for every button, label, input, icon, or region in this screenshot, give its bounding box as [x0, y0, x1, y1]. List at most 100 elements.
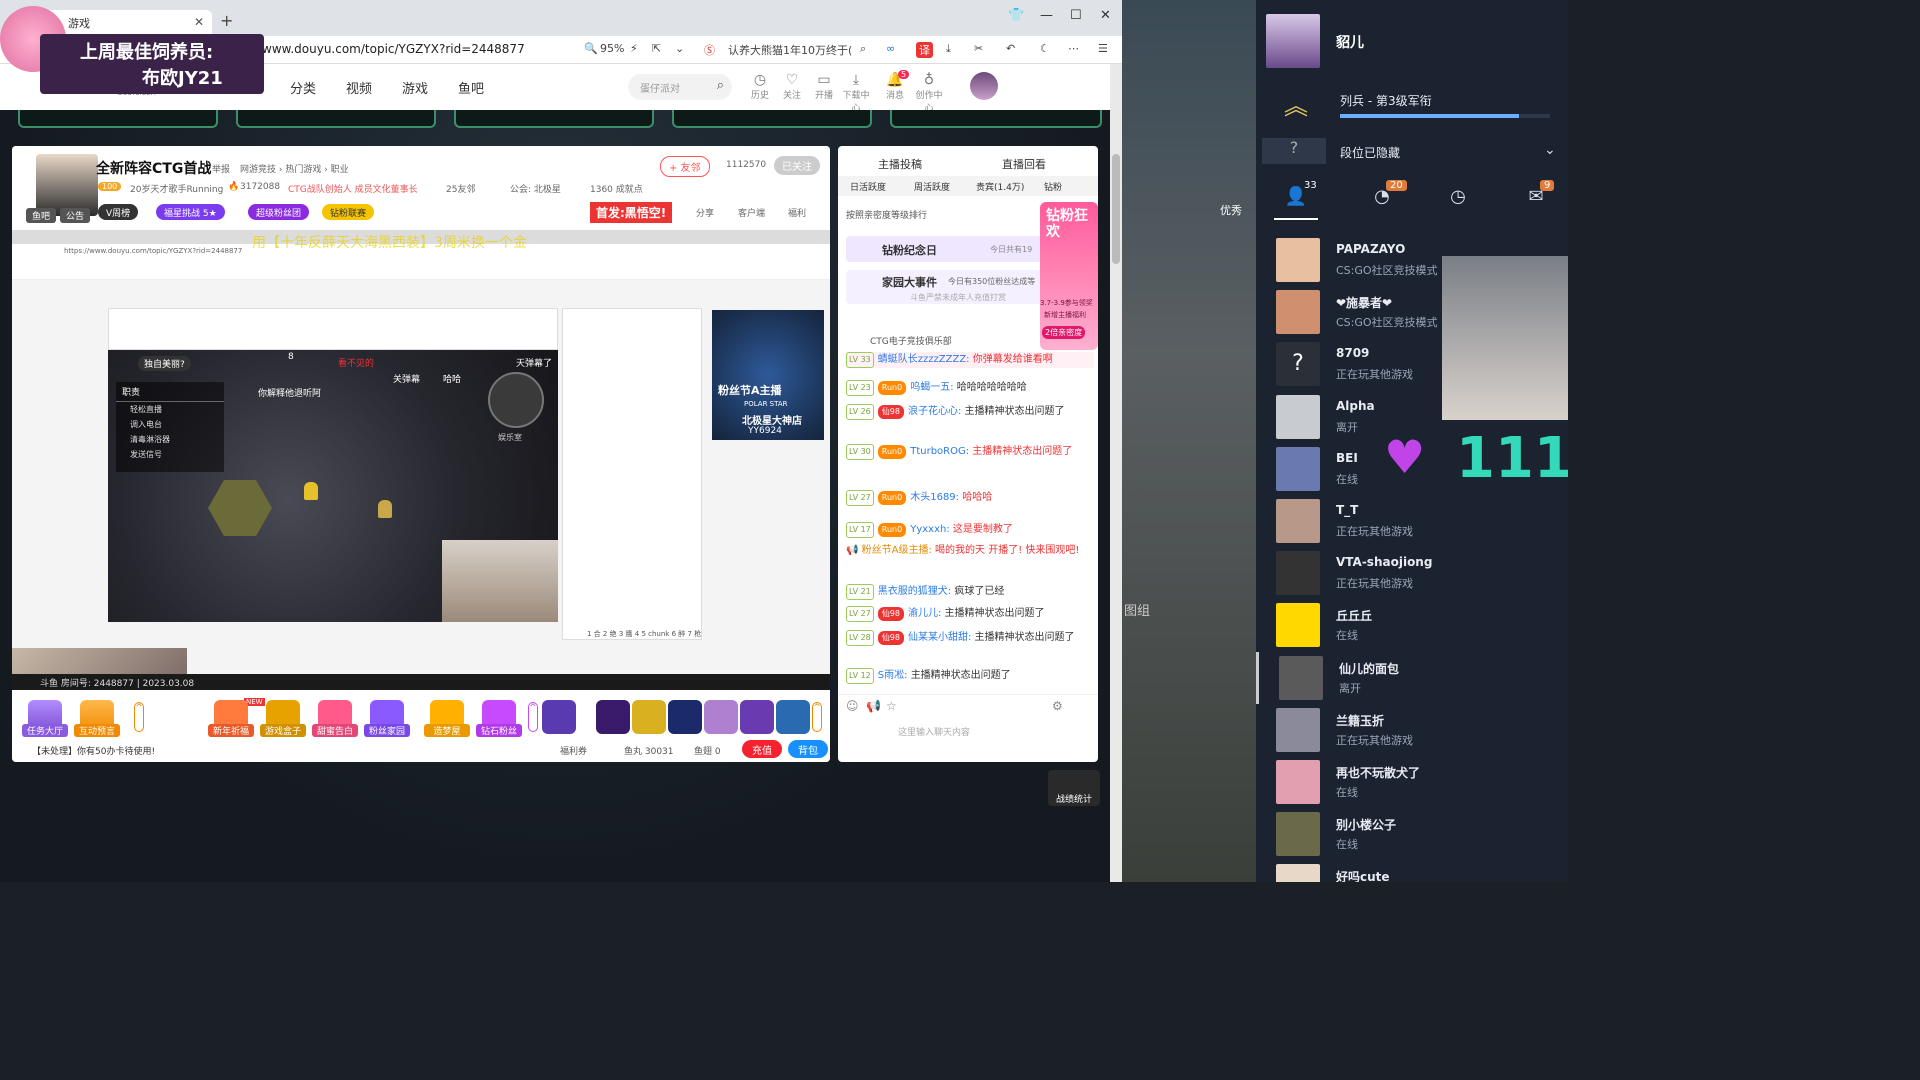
gift-icon[interactable]: [704, 700, 738, 734]
tab-vip[interactable]: 贵宾(1.4万): [976, 180, 1024, 193]
gift-icon[interactable]: [542, 700, 576, 734]
tab-fishbar[interactable]: 鱼吧: [26, 208, 57, 223]
undo-icon[interactable]: ↶: [1006, 42, 1015, 55]
client-link[interactable]: 客户端: [738, 206, 765, 219]
friend-item[interactable]: 好吗cute: [1256, 860, 1568, 882]
megaphone-icon[interactable]: 📢: [866, 699, 881, 713]
tab-weekly-activity[interactable]: 周活跃度: [914, 180, 950, 193]
task-hall-button[interactable]: 任务大厅: [22, 724, 68, 737]
emoji-icon[interactable]: ☺: [846, 699, 859, 713]
friend-item[interactable]: T_T 正在玩其他游戏: [1256, 495, 1568, 547]
tab-mail[interactable]: ✉ 9: [1514, 180, 1558, 220]
settings-icon[interactable]: ⚙: [1052, 699, 1063, 713]
club-label[interactable]: CTG电子竞技俱乐部: [870, 334, 952, 347]
family-event-banner[interactable]: 家园大事件 今日有350位粉丝达成等 斗鱼严禁未成年人充值打赏: [846, 270, 1042, 304]
user-avatar[interactable]: [970, 72, 998, 100]
tab-friends[interactable]: 👤 33: [1274, 180, 1318, 220]
weekly-rank-pill[interactable]: V周榜: [98, 204, 139, 220]
friend-item[interactable]: 丘丘丘 在线: [1256, 599, 1568, 651]
prediction-button[interactable]: 互动预言: [74, 724, 120, 737]
report-link[interactable]: 举报: [212, 162, 230, 175]
download-center-button[interactable]: ⤓ 下载中心: [841, 72, 871, 114]
my-avatar[interactable]: [1266, 14, 1320, 68]
diamond-league-pill[interactable]: 钻粉联赛: [322, 204, 375, 220]
share-link[interactable]: 分享: [696, 206, 714, 219]
chat-input[interactable]: 这里输入聊天内容: [894, 719, 1058, 745]
nav-category[interactable]: 分类: [290, 78, 316, 97]
promo-banner[interactable]: 首发:黑悟空!: [590, 202, 673, 223]
creator-center-button[interactable]: ♁ 创作中心: [914, 72, 944, 114]
minimize-icon[interactable]: —: [1040, 8, 1053, 23]
messages-button[interactable]: 🔔 消息 5: [880, 70, 910, 101]
chevron-down-icon[interactable]: ⌄: [1544, 142, 1556, 158]
gift-label[interactable]: 粉丝家园: [364, 724, 410, 737]
chevron-up-icon[interactable]: ^: [812, 702, 822, 732]
search-icon[interactable]: ⌕: [860, 42, 866, 56]
tab-diamond-fans[interactable]: 钻粉: [1044, 180, 1062, 193]
site-search-input[interactable]: 蛋仔派对 ⌕: [628, 74, 732, 100]
streamer-avatar[interactable]: [36, 154, 98, 216]
share-icon[interactable]: ⇱: [652, 42, 661, 55]
tab-streamer-posts[interactable]: 主播投稿: [878, 156, 922, 172]
gift-label[interactable]: 新年祈福: [208, 724, 254, 737]
friend-item[interactable]: 兰籍玉折 正在玩其他游戏: [1256, 704, 1568, 756]
friend-item[interactable]: 别小楼公子 在线: [1256, 808, 1568, 860]
zoom-icon[interactable]: 🔍: [584, 42, 598, 55]
nav-fishbar[interactable]: 鱼吧: [458, 78, 484, 97]
search-icon[interactable]: ⌕: [717, 78, 724, 93]
backpack-button[interactable]: 背包: [788, 740, 828, 758]
pending-notice[interactable]: 【未处理】你有50办卡待使用!: [32, 744, 155, 757]
diamond-carnival-promo[interactable]: 钻粉狂欢 3.7-3.9参与领奖 新增主播福利 2倍亲密度: [1040, 202, 1098, 350]
gift-icon[interactable]: [668, 700, 702, 734]
friend-item[interactable]: 仙儿的面包 离开: [1256, 651, 1568, 704]
nav-video[interactable]: 视频: [346, 78, 372, 97]
gift-label[interactable]: 甜蜜告白: [312, 724, 358, 737]
follow-button[interactable]: ♡ 关注: [777, 72, 807, 101]
gift-label[interactable]: 钻石粉丝: [476, 724, 522, 737]
menu-icon[interactable]: ☰: [1098, 42, 1108, 55]
followed-button[interactable]: 已关注: [774, 156, 820, 175]
chevron-up-icon[interactable]: ^: [134, 702, 144, 732]
tab-history[interactable]: ◷: [1436, 186, 1480, 220]
scroll-thumb[interactable]: [1112, 154, 1120, 264]
gift-icon[interactable]: [740, 700, 774, 734]
friend-button[interactable]: + 友邻: [660, 156, 710, 177]
bolt-icon[interactable]: ⚡: [630, 42, 638, 55]
guild-label[interactable]: 公会: 北极星: [510, 182, 561, 195]
chevron-up-icon[interactable]: ^: [528, 702, 538, 732]
tab-broadcast[interactable]: ◔ 20: [1360, 180, 1407, 220]
maximize-icon[interactable]: ☐: [1070, 8, 1082, 23]
news-ticker[interactable]: 认养大熊猫1年10万终于(: [728, 42, 852, 58]
url-text[interactable]: www.douyu.com/topic/YGZYX?rid=2448877: [262, 42, 525, 56]
lucky-challenge-pill[interactable]: 福星挑战 5★: [156, 204, 225, 220]
shirt-icon[interactable]: 👕: [1008, 8, 1024, 23]
battle-stats-button[interactable]: 战绩统计: [1048, 770, 1100, 806]
star-icon[interactable]: ☆: [886, 699, 897, 713]
breadcrumb[interactable]: 网游竞技 › 热门游戏 › 职业: [240, 162, 349, 175]
translate-icon[interactable]: 译: [916, 42, 933, 58]
tab-replays[interactable]: 直播回看: [1002, 156, 1046, 172]
close-window-icon[interactable]: ✕: [1100, 8, 1111, 23]
diamond-day-banner[interactable]: 钻粉纪念日 今日共有19: [846, 236, 1042, 262]
page-scrollbar[interactable]: [1110, 64, 1122, 882]
promo-button[interactable]: 2倍亲密度: [1042, 326, 1086, 339]
tab-daily-activity[interactable]: 日活跃度: [850, 180, 886, 193]
more-icon[interactable]: ⋯: [1068, 42, 1079, 55]
gift-icon[interactable]: [596, 700, 630, 734]
welfare-link[interactable]: 福利: [788, 206, 806, 219]
super-fan-pill[interactable]: 超级粉丝团: [248, 204, 310, 220]
welfare-coupon[interactable]: 福利券: [560, 744, 587, 757]
tab-announcement[interactable]: 公告: [60, 208, 91, 223]
zoom-level[interactable]: 95%: [600, 42, 624, 55]
gift-label[interactable]: 游戏盒子: [260, 724, 306, 737]
chevron-down-icon[interactable]: ⌄: [675, 42, 684, 55]
gift-icon[interactable]: [776, 700, 810, 734]
infinity-icon[interactable]: ∞: [886, 42, 895, 55]
streamer-tagline[interactable]: CTG战队创始人 成员文化董事长: [288, 182, 418, 195]
friend-item[interactable]: 再也不玩散犬了 在线: [1256, 756, 1568, 808]
gift-icon[interactable]: [632, 700, 666, 734]
moon-icon[interactable]: ☾: [1040, 42, 1050, 55]
recharge-button[interactable]: 充值: [742, 740, 782, 758]
scissors-icon[interactable]: ✂: [974, 42, 983, 55]
video-player[interactable]: https://www.douyu.com/topic/YGZYX?rid=24…: [12, 230, 830, 690]
